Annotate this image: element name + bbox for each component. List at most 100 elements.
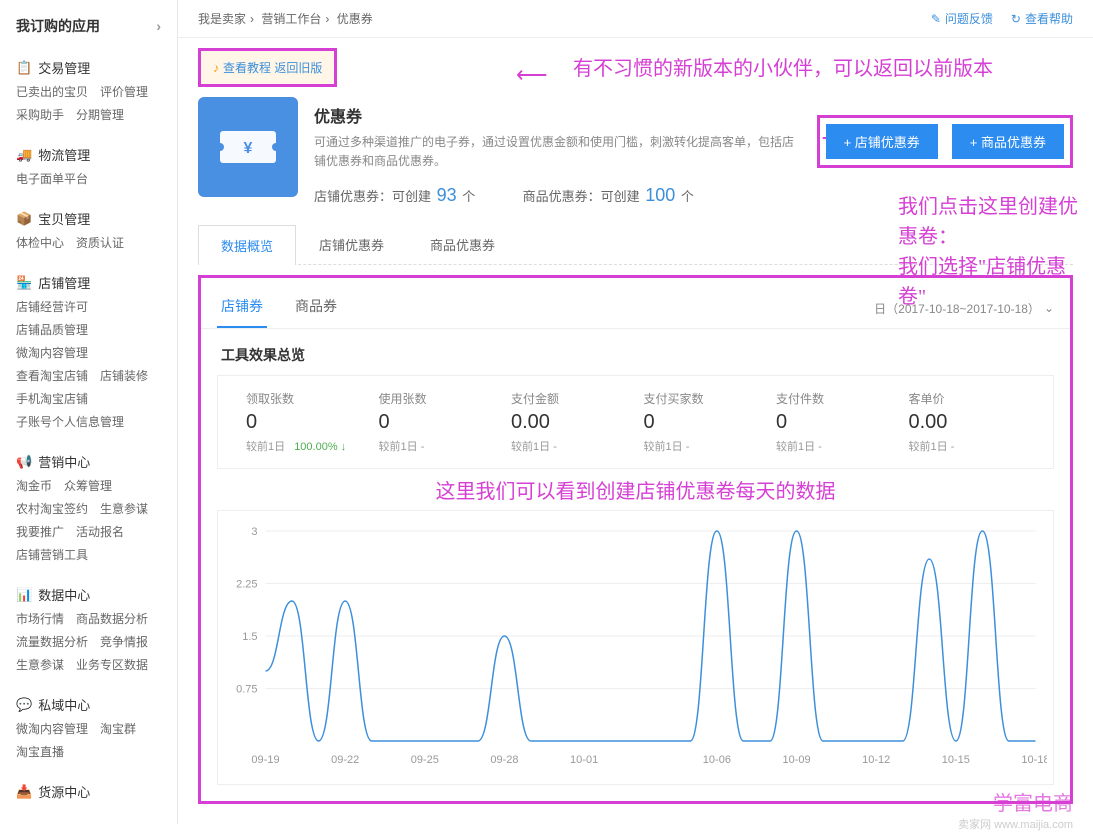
sidebar-link[interactable]: 手机淘宝店铺 [16, 390, 88, 407]
sidebar-link[interactable]: 商品数据分析 [76, 610, 148, 627]
sidebar-link[interactable]: 店铺装修 [100, 367, 148, 384]
sidebar-section-title[interactable]: 📥货源中心 [0, 774, 177, 807]
section-icon: 💬 [16, 697, 32, 713]
sidebar-link[interactable]: 竞争情报 [100, 633, 148, 650]
sidebar-link[interactable]: 店铺经营许可 [16, 298, 88, 315]
sidebar-link[interactable]: 众筹管理 [64, 477, 112, 494]
breadcrumb: 我是卖家› 营销工作台› 优惠券 [198, 10, 373, 27]
sidebar-link[interactable]: 子账号个人信息管理 [16, 413, 124, 430]
bell-icon: ♪ [213, 61, 219, 75]
create-coupon-buttons: + 店铺优惠券 + 商品优惠券 [817, 115, 1073, 168]
sidebar-link[interactable]: 微淘内容管理 [16, 720, 88, 737]
sidebar-link[interactable]: 店铺品质管理 [16, 321, 88, 338]
edit-icon: ✎ [931, 12, 941, 26]
breadcrumb-c[interactable]: 优惠券 [337, 12, 373, 26]
breadcrumb-a[interactable]: 我是卖家 [198, 12, 246, 26]
sidebar-link[interactable]: 淘宝群 [100, 720, 136, 737]
breadcrumb-bar: 我是卖家› 营销工作台› 优惠券 ✎问题反馈 ↻查看帮助 [178, 0, 1093, 38]
section-icon: 📢 [16, 454, 32, 470]
svg-text:0.75: 0.75 [236, 684, 257, 696]
sidebar-link[interactable]: 淘金币 [16, 477, 52, 494]
sidebar-link[interactable]: 查看淘宝店铺 [16, 367, 88, 384]
sidebar: 我订购的应用 › 📋交易管理已卖出的宝贝评价管理采购助手分期管理 🚚物流管理电子面… [0, 0, 178, 824]
tutorial-bar: ♪ 查看教程 返回旧版 [198, 48, 337, 87]
sidebar-header[interactable]: 我订购的应用 › [0, 8, 177, 44]
refresh-icon: ↻ [1011, 12, 1021, 26]
metric-card: 支付金额0.00较前1日 - [503, 386, 636, 458]
section-icon: 🏪 [16, 275, 32, 291]
svg-text:09-25: 09-25 [411, 754, 439, 766]
coupon-icon: ¥ [198, 97, 298, 197]
svg-text:09-28: 09-28 [490, 754, 518, 766]
sidebar-link[interactable]: 生意参谋 [100, 500, 148, 517]
sidebar-section-title[interactable]: 🚚物流管理 [0, 137, 177, 170]
svg-text:3: 3 [251, 526, 257, 538]
annotation-1: 有不习惯的新版本的小伙伴，可以返回以前版本 [573, 52, 993, 81]
sidebar-link[interactable]: 淘宝直播 [16, 743, 64, 760]
metrics-row: 领取张数0较前1日 100.00% ↓使用张数0较前1日 -支付金额0.00较前… [217, 375, 1054, 469]
sidebar-link[interactable]: 资质认证 [76, 234, 124, 251]
sidebar-section-title[interactable]: 💬私域中心 [0, 687, 177, 720]
svg-text:10-09: 10-09 [782, 754, 810, 766]
svg-text:10-06: 10-06 [703, 754, 731, 766]
sidebar-link[interactable]: 微淘内容管理 [16, 344, 88, 361]
watermark: 学富电商 [993, 787, 1073, 816]
sidebar-section-title[interactable]: 🏪店铺管理 [0, 265, 177, 298]
svg-text:09-22: 09-22 [331, 754, 359, 766]
svg-text:10-12: 10-12 [862, 754, 890, 766]
metric-card: 支付买家数0较前1日 - [636, 386, 769, 458]
tab-shop-coupon[interactable]: 店铺优惠券 [296, 224, 407, 264]
sidebar-link[interactable]: 已卖出的宝贝 [16, 83, 88, 100]
sidebar-link[interactable]: 采购助手 [16, 106, 64, 123]
create-product-coupon-button[interactable]: + 商品优惠券 [952, 124, 1064, 159]
tab-data-overview[interactable]: 数据概览 [198, 225, 296, 265]
data-panel: 店铺券 商品券 日（2017-10-18~2017-10-18） ⌄ 工具效果总… [198, 275, 1073, 804]
sidebar-section-title[interactable]: 📢营销中心 [0, 444, 177, 477]
metric-card: 支付件数0较前1日 - [768, 386, 901, 458]
watermark-url: 卖家网 www.maijia.com [958, 816, 1073, 832]
subtab-shop[interactable]: 店铺券 [217, 288, 267, 328]
sidebar-link[interactable]: 活动报名 [76, 523, 124, 540]
sidebar-link[interactable]: 流量数据分析 [16, 633, 88, 650]
sidebar-link[interactable]: 生意参谋 [16, 656, 64, 673]
sidebar-link[interactable]: 市场行情 [16, 610, 64, 627]
svg-text:1.5: 1.5 [242, 631, 257, 643]
sidebar-section-title[interactable]: 📊数据中心 [0, 577, 177, 610]
sidebar-link[interactable]: 电子面单平台 [16, 170, 88, 187]
section-icon: 📋 [16, 60, 32, 76]
tab-product-coupon[interactable]: 商品优惠券 [407, 224, 518, 264]
sidebar-link[interactable]: 评价管理 [100, 83, 148, 100]
sidebar-link[interactable]: 体检中心 [16, 234, 64, 251]
breadcrumb-b[interactable]: 营销工作台 [261, 12, 321, 26]
feedback-link[interactable]: ✎问题反馈 [931, 10, 993, 27]
sidebar-link[interactable]: 业务专区数据 [76, 656, 148, 673]
svg-text:2.25: 2.25 [236, 579, 257, 591]
subtab-product[interactable]: 商品券 [291, 288, 341, 328]
sidebar-section-title[interactable]: 📦宝贝管理 [0, 201, 177, 234]
sidebar-link[interactable]: 我要推广 [16, 523, 64, 540]
sidebar-link[interactable]: 店铺营销工具 [16, 546, 88, 563]
create-shop-coupon-button[interactable]: + 店铺优惠券 [826, 124, 938, 159]
metric-card: 客单价0.00较前1日 - [901, 386, 1034, 458]
sidebar-link[interactable]: 农村淘宝签约 [16, 500, 88, 517]
sidebar-section-title[interactable]: 📋交易管理 [0, 50, 177, 83]
tutorial-link[interactable]: ♪ 查看教程 返回旧版 [213, 59, 322, 76]
sidebar-link[interactable]: 分期管理 [76, 106, 124, 123]
main-content: 我是卖家› 营销工作台› 优惠券 ✎问题反馈 ↻查看帮助 ♪ 查看教程 返回旧版… [178, 0, 1093, 824]
svg-text:10-18: 10-18 [1021, 754, 1047, 766]
svg-text:10-01: 10-01 [570, 754, 598, 766]
help-link[interactable]: ↻查看帮助 [1011, 10, 1073, 27]
svg-text:10-15: 10-15 [942, 754, 970, 766]
chart-container: 0.751.52.25309-1909-2209-2509-2810-0110-… [217, 510, 1054, 785]
annotation-2: 我们点击这里创建优惠卷：我们选择"店铺优惠卷" [898, 192, 1093, 312]
overview-title: 工具效果总览 [201, 329, 1070, 375]
section-icon: 📊 [16, 587, 32, 603]
line-chart: 0.751.52.25309-1909-2209-2509-2810-0110-… [224, 521, 1047, 771]
section-icon: 📥 [16, 784, 32, 800]
section-icon: 📦 [16, 211, 32, 227]
metric-card: 使用张数0较前1日 - [371, 386, 504, 458]
metric-card: 领取张数0较前1日 100.00% ↓ [238, 386, 371, 458]
annotation-3: 这里我们可以看到创建店铺优惠卷每天的数据 [201, 469, 1070, 504]
section-icon: 🚚 [16, 147, 32, 163]
annotation-arrow-icon: ⟵ [516, 62, 548, 88]
